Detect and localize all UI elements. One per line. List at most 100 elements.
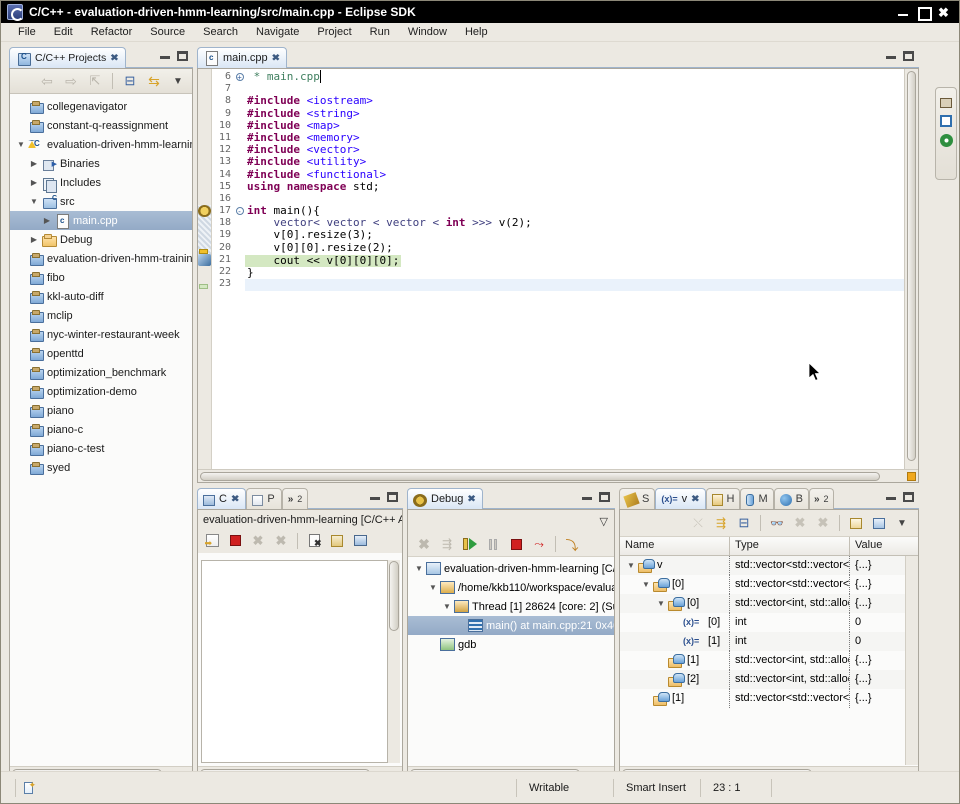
pin-console-button[interactable]: [350, 531, 370, 551]
overview-highlight-marker[interactable]: [199, 284, 208, 289]
editor-marker-gutter[interactable]: [198, 69, 212, 482]
close-icon[interactable]: ✖: [110, 53, 118, 63]
project-tree-item-piano[interactable]: piano: [10, 401, 192, 420]
debug-tree-item[interactable]: ▼ Thread [1] 28624 [core: 2] (Suspende: [408, 597, 614, 616]
maximize-view-button[interactable]: [903, 491, 914, 502]
code-line[interactable]: [245, 279, 904, 292]
expand-arrow-icon[interactable]: ▼: [440, 602, 454, 611]
expand-arrow-icon[interactable]: ▼: [426, 583, 440, 592]
minimize-editor-button[interactable]: [886, 51, 896, 60]
fold-toggle-icon[interactable]: -: [234, 205, 245, 217]
variables-table-row[interactable]: ▼vstd::vector<std::vector<std::{...}: [620, 556, 918, 575]
tab-registers[interactable]: H: [705, 488, 741, 509]
project-tree-item-fibo[interactable]: fibo: [10, 268, 192, 287]
menu-item-refactor[interactable]: Refactor: [82, 24, 142, 40]
view-menu-button[interactable]: ▽: [600, 515, 608, 528]
code-line[interactable]: v[0][0].resize(2);: [245, 241, 904, 254]
minimize-view-button[interactable]: [370, 492, 380, 501]
close-icon[interactable]: ✖: [691, 494, 699, 504]
editor-hscrollbar[interactable]: [198, 469, 918, 482]
overview-warning-marker[interactable]: [199, 249, 208, 254]
collapse-arrow-icon[interactable]: ▶: [27, 235, 41, 244]
tab-breakpoints-s[interactable]: S: [619, 488, 656, 509]
show-logical-structure-button[interactable]: ⇶: [711, 513, 731, 533]
watch-button[interactable]: 👓: [767, 513, 787, 533]
close-button[interactable]: ✖: [938, 6, 949, 19]
variables-table-row[interactable]: [1]std::vector<std::vector<int,{...}: [620, 689, 918, 708]
show-type-names-button[interactable]: ⤬: [688, 513, 708, 533]
suspend-button[interactable]: [483, 534, 503, 554]
editor-folding-gutter[interactable]: + -: [234, 69, 245, 482]
debug-tree-item[interactable]: ▼ /home/kkb110/workspace/evaluation-dri: [408, 578, 614, 597]
code-line[interactable]: * main.cpp: [245, 70, 904, 83]
project-tree-item-debug[interactable]: ▶ Debug: [10, 230, 192, 249]
view-menu-button[interactable]: ▼: [168, 71, 188, 91]
collapse-all-button[interactable]: ⊟: [734, 513, 754, 533]
project-tree-item-optimization-demo[interactable]: optimization-demo: [10, 382, 192, 401]
tab-variables-overflow[interactable]: » 2: [808, 488, 834, 509]
cpp-perspective-icon[interactable]: [939, 134, 953, 147]
menu-item-source[interactable]: Source: [141, 24, 194, 40]
variables-vscrollbar[interactable]: [905, 556, 918, 765]
fold-toggle-icon[interactable]: +: [234, 71, 245, 83]
menu-item-run[interactable]: Run: [361, 24, 399, 40]
variables-table-row[interactable]: (x)= [1] int 0: [620, 632, 918, 651]
variables-table-row[interactable]: [1]std::vector<int, std::allocato{...}: [620, 651, 918, 670]
minimize-view-button[interactable]: [582, 492, 592, 501]
editor-code-area[interactable]: * main.cpp #include <iostream> #include <…: [245, 69, 904, 482]
project-tree-item-optimization-benchmark[interactable]: optimization_benchmark: [10, 363, 192, 382]
project-tree-item-evaluation-driven-hmm-learning[interactable]: ▼ evaluation-driven-hmm-learning: [10, 135, 192, 154]
collapse-arrow-icon[interactable]: ▶: [40, 216, 54, 225]
tab-memory[interactable]: M: [740, 488, 774, 509]
tab-cpp-projects[interactable]: C/C++ Projects ✖: [9, 47, 126, 68]
menu-item-edit[interactable]: Edit: [45, 24, 82, 40]
remove-selected-button[interactable]: ✖: [790, 513, 810, 533]
up-button[interactable]: ⇱: [85, 71, 105, 91]
expand-arrow-icon[interactable]: ▼: [654, 594, 668, 613]
disconnect-2-button[interactable]: ⤳: [529, 534, 549, 554]
project-tree-item-evaluation-driven-hmm-training[interactable]: evaluation-driven-hmm-training: [10, 249, 192, 268]
project-tree[interactable]: collegenavigator constant-q-reassignment ▼…: [10, 94, 192, 477]
view-menu-button[interactable]: ▼: [892, 513, 912, 533]
debug-tree-item[interactable]: main() at main.cpp:21 0x400c37: [408, 616, 614, 635]
maximize-editor-button[interactable]: [903, 50, 914, 61]
tab-problems[interactable]: P: [246, 488, 282, 509]
column-header-value[interactable]: Value: [850, 537, 918, 555]
editor-vscroll-thumb[interactable]: [907, 71, 916, 461]
tab-main-cpp[interactable]: main.cpp ✖: [197, 47, 288, 68]
project-tree-item-nyc-winter-restaurant-week[interactable]: nyc-winter-restaurant-week: [10, 325, 192, 344]
outline-view-icon[interactable]: [940, 115, 952, 127]
expand-arrow-icon[interactable]: ▼: [412, 564, 426, 573]
maximize-view-button[interactable]: [599, 491, 610, 502]
code-line[interactable]: using namespace std;: [245, 180, 904, 193]
remove-launch-button[interactable]: ✖: [248, 531, 268, 551]
tab-breakpoints[interactable]: B: [773, 488, 809, 509]
maximize-view-button[interactable]: [177, 50, 188, 61]
minimize-view-button[interactable]: [160, 51, 170, 60]
maximize-button[interactable]: [918, 6, 932, 21]
link-with-editor-button[interactable]: ⇆: [144, 71, 164, 91]
new-expression-button[interactable]: [846, 513, 866, 533]
back-button[interactable]: ⇦: [37, 71, 57, 91]
close-icon[interactable]: ✖: [467, 494, 475, 504]
code-line[interactable]: #include <string>: [245, 107, 904, 120]
clear-console-button[interactable]: ✖: [304, 531, 324, 551]
menu-item-window[interactable]: Window: [399, 24, 456, 40]
variables-table-row[interactable]: (x)= [0] int 0: [620, 613, 918, 632]
debug-tree-item[interactable]: gdb: [408, 635, 614, 654]
collapse-arrow-icon[interactable]: ▶: [27, 178, 41, 187]
console-output[interactable]: [201, 560, 388, 763]
editor-vscrollbar[interactable]: [904, 69, 918, 482]
console-vscrollbar[interactable]: [388, 560, 400, 763]
collapse-arrow-icon[interactable]: ▶: [27, 159, 41, 168]
code-line[interactable]: }: [245, 266, 904, 279]
expand-arrow-icon[interactable]: ▼: [27, 197, 41, 206]
variables-table-row[interactable]: [2]std::vector<int, std::allocato{...}: [620, 670, 918, 689]
project-tree-item-binaries[interactable]: ▶ Binaries: [10, 154, 192, 173]
menu-item-help[interactable]: Help: [456, 24, 497, 40]
remove-all-button[interactable]: ✖: [813, 513, 833, 533]
column-header-type[interactable]: Type: [730, 537, 850, 555]
project-tree-item-mclip[interactable]: mclip: [10, 306, 192, 325]
variables-table-row[interactable]: ▼[0]std::vector<int, std::allocato{...}: [620, 594, 918, 613]
debug-tree-item[interactable]: ▼ evaluation-driven-hmm-learning [C/C++ A: [408, 559, 614, 578]
